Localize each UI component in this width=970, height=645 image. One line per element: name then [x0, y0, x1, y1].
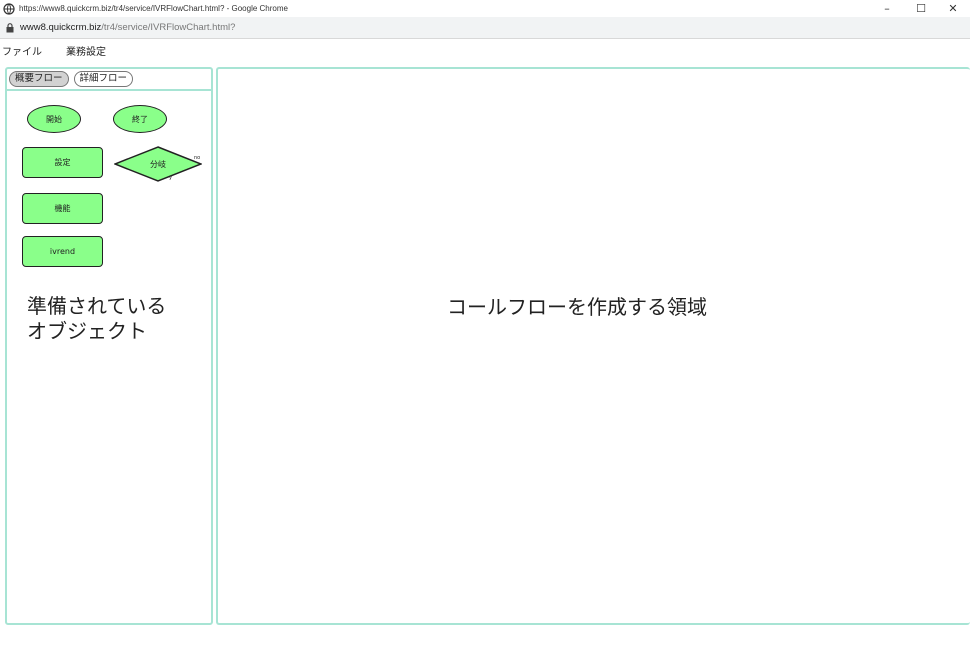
branch-no-mark: no	[194, 155, 201, 161]
minimize-button[interactable]: –	[872, 0, 902, 17]
flow-tabs: 概要フロー 詳細フロー	[7, 69, 211, 91]
palette-caption: 準備されている オブジェクト	[27, 294, 166, 344]
window-titlebar: https://www8.quickcrm.biz/tr4/service/IV…	[0, 0, 970, 17]
shape-palette: 開始 終了 設定 分岐 no y 機能 ivrend	[7, 91, 211, 291]
branch-label: 分岐	[150, 159, 166, 169]
end-shape[interactable]: 終了	[113, 105, 167, 133]
flow-canvas[interactable]: コールフローを作成する領域	[216, 67, 970, 625]
tab-overview-flow[interactable]: 概要フロー	[9, 71, 69, 87]
palette-caption-line2: オブジェクト	[27, 319, 147, 343]
maximize-button[interactable]: ☐	[906, 0, 936, 17]
settings-shape[interactable]: 設定	[22, 147, 103, 178]
url-host: www8.quickcrm.biz	[20, 22, 102, 33]
object-palette-panel: 概要フロー 詳細フロー 開始 終了 設定 分岐 no y 機能 ivrend 準…	[5, 67, 213, 625]
menu-business-settings[interactable]: 業務設定	[66, 43, 106, 58]
url-text[interactable]: www8.quickcrm.biz/tr4/service/IVRFlowCha…	[20, 22, 235, 33]
globe-icon	[3, 2, 15, 15]
address-bar[interactable]: www8.quickcrm.biz/tr4/service/IVRFlowCha…	[0, 17, 970, 39]
branch-yes-mark: y	[169, 175, 172, 181]
close-button[interactable]: ✕	[938, 0, 968, 17]
ivrend-shape[interactable]: ivrend	[22, 236, 103, 267]
tab-detail-flow[interactable]: 詳細フロー	[73, 71, 134, 87]
window-title: https://www8.quickcrm.biz/tr4/service/IV…	[19, 4, 288, 13]
lock-icon	[6, 22, 14, 33]
palette-caption-line1: 準備されている	[27, 294, 167, 318]
menu-file[interactable]: ファイル	[2, 43, 42, 58]
branch-shape[interactable]: 分岐	[114, 146, 202, 182]
menu-bar: ファイル 業務設定	[0, 40, 970, 60]
url-path: /tr4/service/IVRFlowChart.html?	[101, 22, 236, 33]
function-shape[interactable]: 機能	[22, 193, 103, 224]
start-shape[interactable]: 開始	[27, 105, 81, 133]
canvas-caption: コールフローを作成する領域	[447, 295, 707, 319]
